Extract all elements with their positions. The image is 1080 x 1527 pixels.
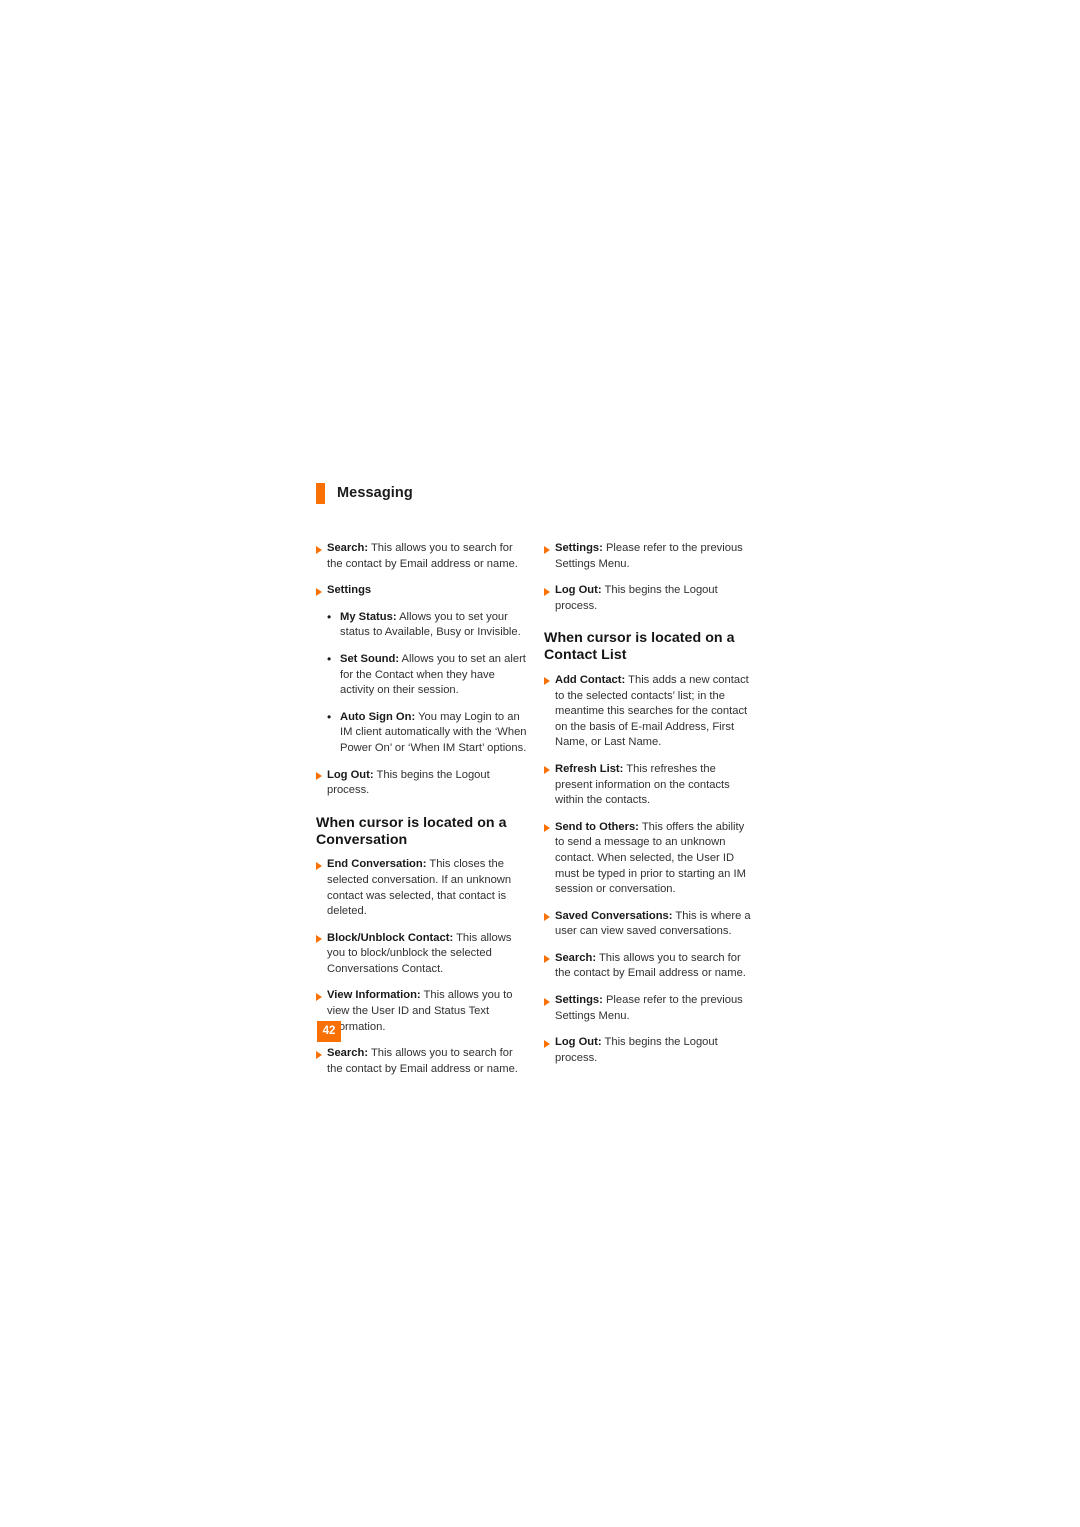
list-item-term: Auto Sign On: <box>340 710 416 723</box>
list-item-term: Search: <box>327 542 369 554</box>
list-item: Search: This allows you to search for th… <box>316 541 528 572</box>
list-item: End Conversation: This closes the select… <box>316 857 528 919</box>
list-item-term: Settings: <box>555 994 603 1007</box>
list-item: Settings: Please refer to the previous S… <box>544 993 756 1024</box>
sub-list-item: Set Sound: Allows you to set an alert fo… <box>327 651 528 699</box>
left-column: Search: This allows you to search for th… <box>316 541 528 1088</box>
list-item: Log Out: This begins the Logout process. <box>316 768 528 799</box>
list-item: View Information: This allows you to vie… <box>316 988 528 1035</box>
list-item-term: View Information: <box>327 989 421 1002</box>
document-page: Messaging Search: This allows you to sea… <box>0 0 1080 1527</box>
section-accent-bar <box>316 483 325 504</box>
list-item-term: Set Sound: <box>340 652 400 665</box>
section-subheading: When cursor is located on a Conversation <box>316 814 507 848</box>
list-item: Search: This allows you to search for th… <box>316 1046 528 1077</box>
list-item: Block/Unblock Contact: This allows you t… <box>316 931 528 978</box>
list-item: Search: This allows you to search for th… <box>544 951 756 982</box>
list-item-term: Saved Conversations: <box>555 909 673 922</box>
list-item-term: Log Out: <box>555 1036 602 1049</box>
list-item-term: End Conversation: <box>327 858 427 871</box>
list-item: Send to Others: This offers the ability … <box>544 820 756 898</box>
list-item-term: Block/Unblock Contact: <box>327 931 454 944</box>
list-item: Add Contact: This adds a new contact to … <box>544 673 756 751</box>
list-item-term: Add Contact: <box>555 673 626 686</box>
page-title: Messaging <box>337 485 413 502</box>
sub-list-item: Auto Sign On: You may Login to an IM cli… <box>327 709 528 757</box>
list-item-term: Refresh List: <box>555 762 624 775</box>
list-item: Settings <box>316 583 528 599</box>
list-item: Settings: Please refer to the previous S… <box>544 541 756 572</box>
list-item: Refresh List: This refreshes the present… <box>544 762 756 809</box>
list-item-term: Log Out: <box>327 768 374 781</box>
list-item: Log Out: This begins the Logout process. <box>544 583 756 614</box>
page-number-badge: 42 <box>317 1021 341 1042</box>
list-item-term: Send to Others: <box>555 820 639 833</box>
sub-list-item: My Status: Allows you to set your status… <box>327 609 528 641</box>
list-item-term: Search: <box>555 951 597 964</box>
right-column: Settings: Please refer to the previous S… <box>544 541 756 1088</box>
list-item-term: My Status: <box>340 610 397 623</box>
list-item: Saved Conversations: This is where a use… <box>544 909 756 940</box>
list-item-term: Search: <box>327 1047 369 1060</box>
section-header: Messaging <box>316 483 413 504</box>
list-item-term: Log Out: <box>555 584 602 597</box>
list-item: Log Out: This begins the Logout process. <box>544 1035 756 1066</box>
section-subheading: When cursor is located on a Contact List <box>544 630 735 664</box>
list-item-term: Settings <box>327 584 372 597</box>
list-item-term: Settings: <box>555 542 603 554</box>
content-columns: Search: This allows you to search for th… <box>316 541 756 1088</box>
